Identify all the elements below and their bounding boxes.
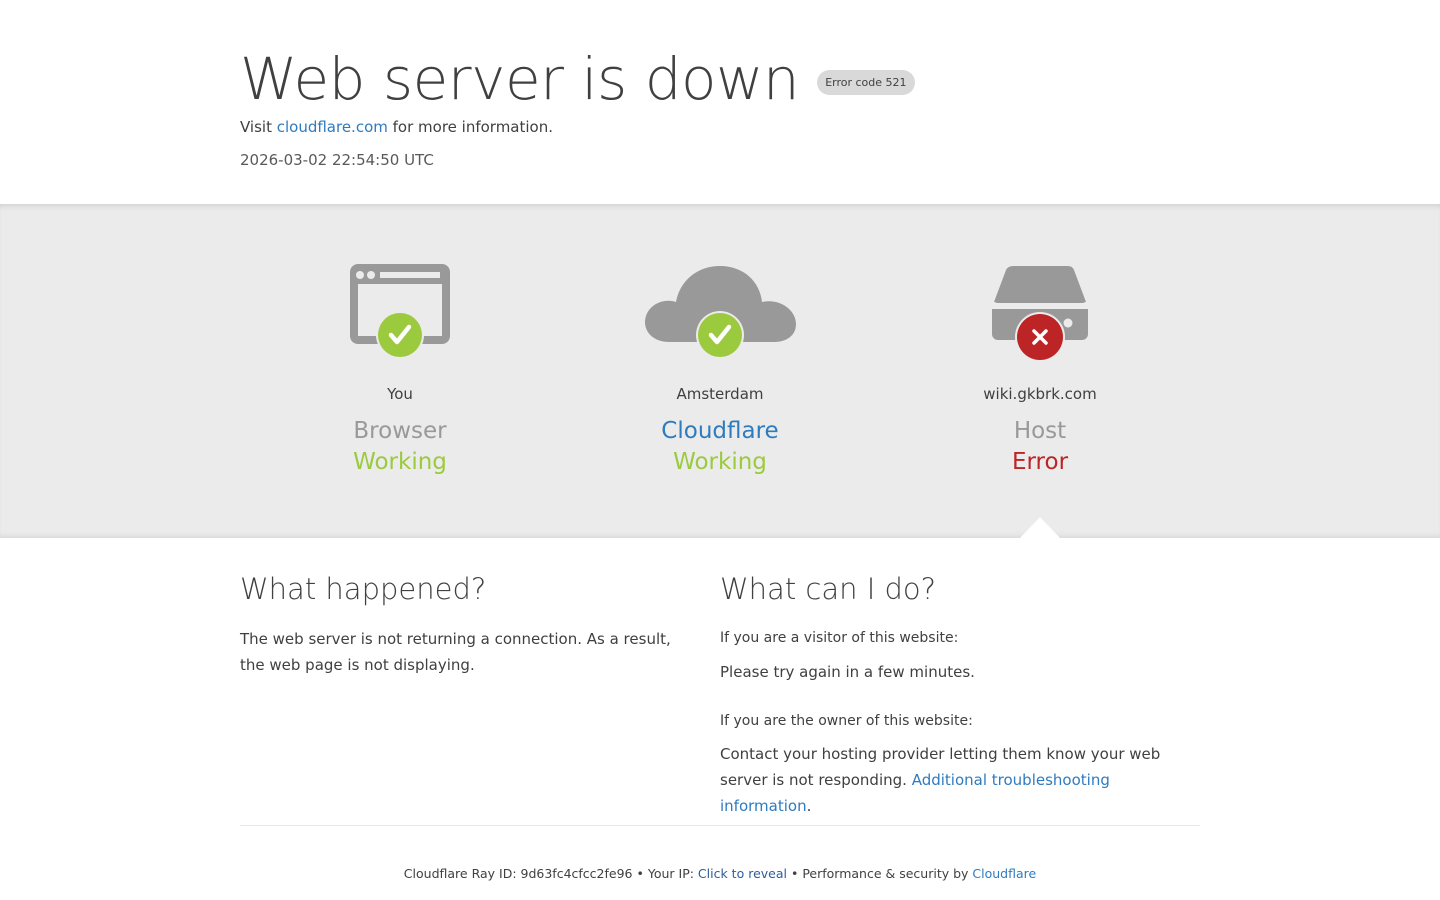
status-state: Error bbox=[1011, 449, 1069, 475]
cloud-icon-box bbox=[560, 262, 880, 362]
visitor-text: Please try again in a few minutes. bbox=[720, 663, 975, 681]
error-x-icon bbox=[1015, 312, 1065, 362]
visit-line: Visit cloudflare.com for more informatio… bbox=[240, 118, 553, 136]
footer: Cloudflare Ray ID: 9d63fc4cfcc2fe96 • Yo… bbox=[0, 866, 1440, 881]
server-icon bbox=[992, 266, 1088, 362]
what-can-i-do-heading: What can I do? bbox=[720, 572, 937, 606]
host-pointer-notch bbox=[1019, 517, 1061, 539]
status-role[interactable]: Cloudflare bbox=[560, 418, 880, 444]
cloudflare-footer-link[interactable]: Cloudflare bbox=[972, 866, 1036, 881]
owner-text-block: Contact your hosting provider letting th… bbox=[720, 741, 1200, 819]
checkmark-icon bbox=[696, 311, 744, 359]
status-band: You Browser Working Amsterdam Cloudflare… bbox=[0, 204, 1440, 538]
ray-label: Cloudflare Ray ID: bbox=[403, 866, 521, 881]
status-location: You bbox=[387, 385, 413, 403]
visit-prefix: Visit bbox=[240, 118, 277, 136]
footer-separator: • bbox=[786, 866, 803, 881]
ray-id: 9d63fc4cfcc2fe96 bbox=[520, 866, 633, 881]
title-row: Web server is down Error code 521 bbox=[240, 44, 915, 114]
visit-suffix: for more information. bbox=[387, 118, 553, 136]
timestamp: 2026-03-02 22:54:50 UTC bbox=[240, 151, 434, 169]
browser-icon-box bbox=[240, 262, 560, 362]
status-state: Working bbox=[673, 449, 767, 475]
what-happened-heading: What happened? bbox=[240, 572, 487, 606]
owner-label: If you are the owner of this website: bbox=[720, 713, 973, 729]
status-location: Amsterdam bbox=[676, 385, 764, 403]
status-node-browser: You Browser Working bbox=[240, 204, 560, 538]
status-node-host: wiki.gkbrk.com Host Error bbox=[880, 204, 1200, 538]
header: Web server is down Error code 521 Visit … bbox=[0, 0, 1440, 204]
owner-suffix: . bbox=[806, 797, 812, 815]
checkmark-icon bbox=[376, 311, 424, 359]
ip-label: Your IP: bbox=[647, 866, 698, 881]
status-node-cloudflare: Amsterdam Cloudflare Working bbox=[560, 204, 880, 538]
status-role: Host bbox=[1013, 418, 1067, 444]
cloudflare-link[interactable]: cloudflare.com bbox=[277, 118, 388, 136]
error-code-badge: Error code 521 bbox=[817, 69, 915, 95]
footer-separator: • bbox=[632, 866, 648, 881]
footer-divider bbox=[240, 825, 1200, 826]
performance-label: Performance & security by bbox=[802, 866, 973, 881]
what-happened-text: The web server is not returning a connec… bbox=[240, 630, 671, 674]
status-location: wiki.gkbrk.com bbox=[983, 385, 1097, 403]
visitor-label: If you are a visitor of this website: bbox=[720, 630, 959, 646]
reveal-ip-button[interactable]: Click to reveal bbox=[698, 866, 787, 881]
explanation-section: What happened? The web server is not ret… bbox=[240, 538, 1200, 826]
status-role: Browser bbox=[353, 418, 447, 444]
browser-icon bbox=[350, 264, 450, 359]
cloud-icon bbox=[645, 266, 796, 359]
server-icon-box bbox=[880, 262, 1200, 362]
page-title: Web server is down bbox=[240, 45, 800, 113]
status-state: Working bbox=[353, 449, 447, 475]
